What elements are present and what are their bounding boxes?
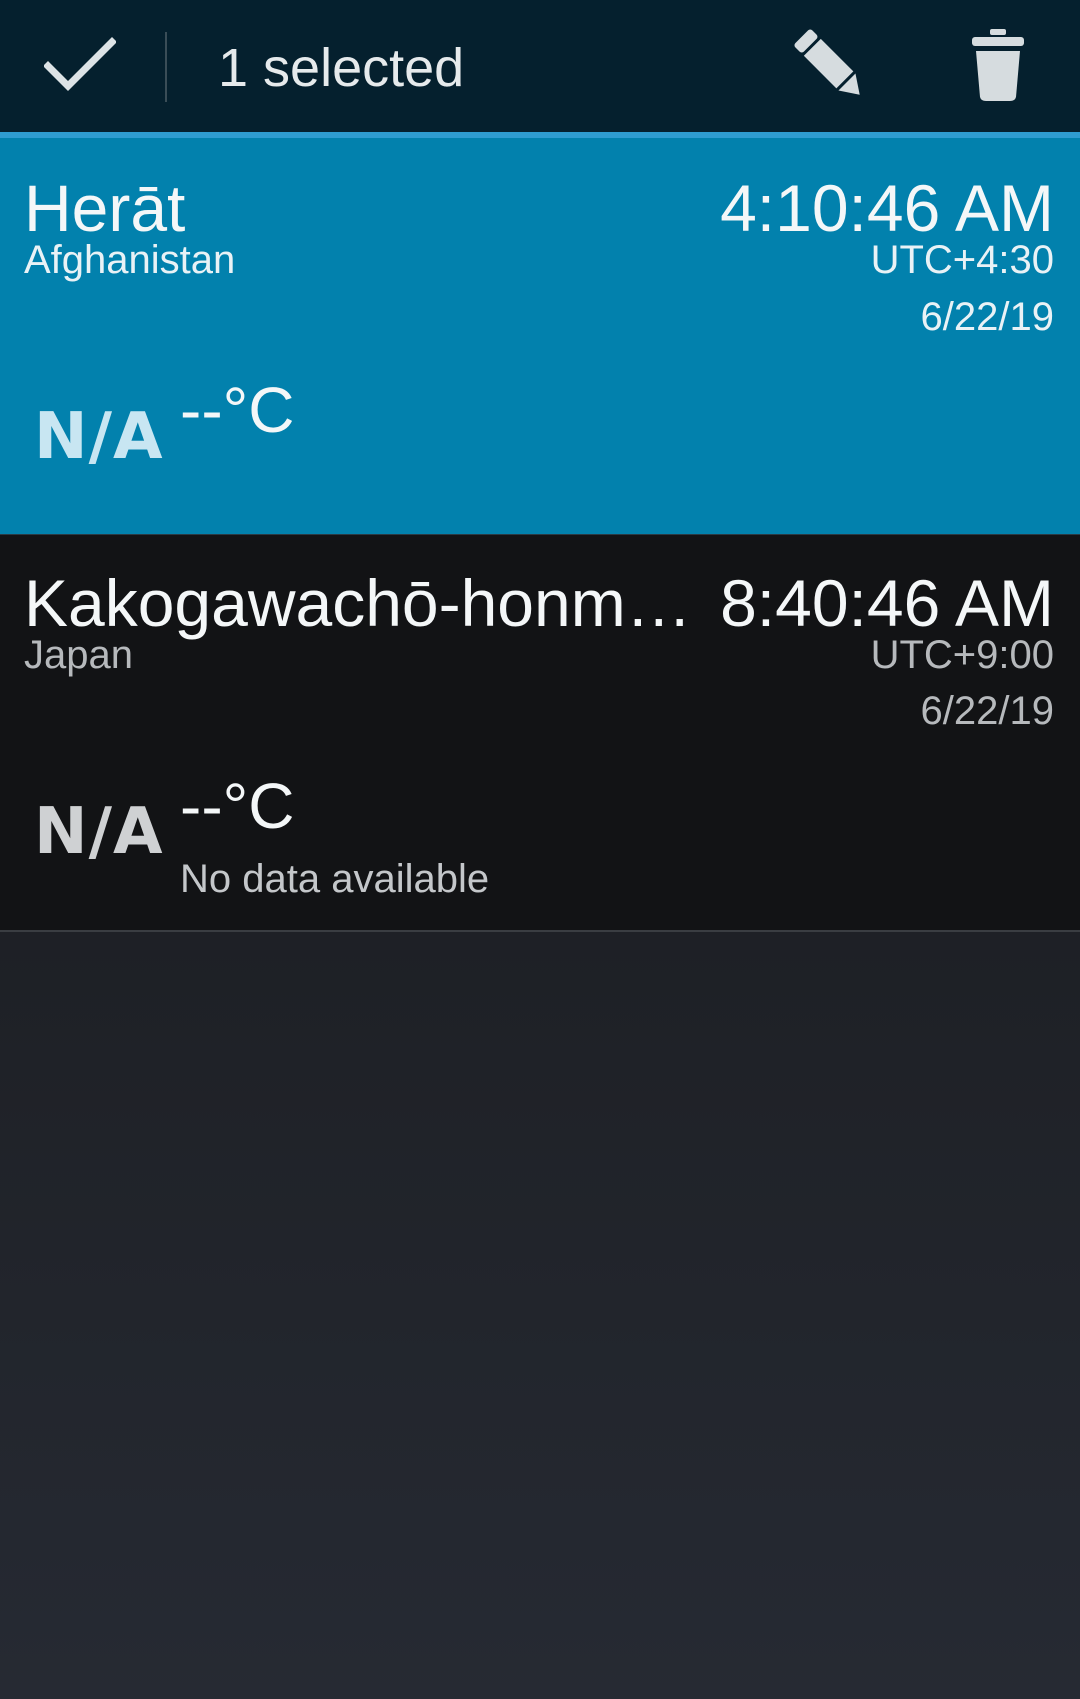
pencil-icon bbox=[788, 23, 872, 112]
temperature: --°C bbox=[180, 770, 295, 842]
local-time: 4:10:46 AM bbox=[720, 171, 1054, 245]
city-name: Herāt bbox=[24, 171, 186, 245]
action-bar-divider bbox=[165, 32, 167, 102]
edit-button[interactable] bbox=[780, 22, 880, 112]
weather-status-text: No data available bbox=[180, 857, 490, 901]
weather-unavailable-icon: N/A bbox=[34, 795, 164, 869]
country-name: Afghanistan bbox=[24, 238, 236, 282]
timezone-offset: UTC+4:30 bbox=[870, 238, 1054, 282]
trash-icon bbox=[970, 27, 1026, 108]
local-time: 8:40:46 AM bbox=[720, 566, 1054, 640]
checkmark-icon bbox=[43, 36, 117, 97]
delete-button[interactable] bbox=[950, 22, 1045, 112]
city-list-item-herat[interactable]: Herāt Afghanistan 4:10:46 AM UTC+4:30 6/… bbox=[0, 138, 1080, 534]
country-name: Japan bbox=[24, 633, 133, 677]
city-list-item-kakogawacho[interactable]: Kakogawachō-honma… Japan 8:40:46 AM UTC+… bbox=[0, 535, 1080, 930]
timezone-offset: UTC+9:00 bbox=[870, 633, 1054, 677]
list-divider bbox=[0, 930, 1080, 932]
temperature: --°C bbox=[180, 374, 295, 446]
city-name: Kakogawachō-honma… bbox=[24, 566, 707, 640]
done-button[interactable] bbox=[30, 28, 130, 104]
weather-unavailable-icon: N/A bbox=[34, 400, 164, 474]
local-date: 6/22/19 bbox=[920, 295, 1054, 339]
local-date: 6/22/19 bbox=[920, 689, 1054, 733]
contextual-action-bar: 1 selected bbox=[0, 0, 1080, 132]
selection-count-title: 1 selected bbox=[218, 38, 465, 98]
